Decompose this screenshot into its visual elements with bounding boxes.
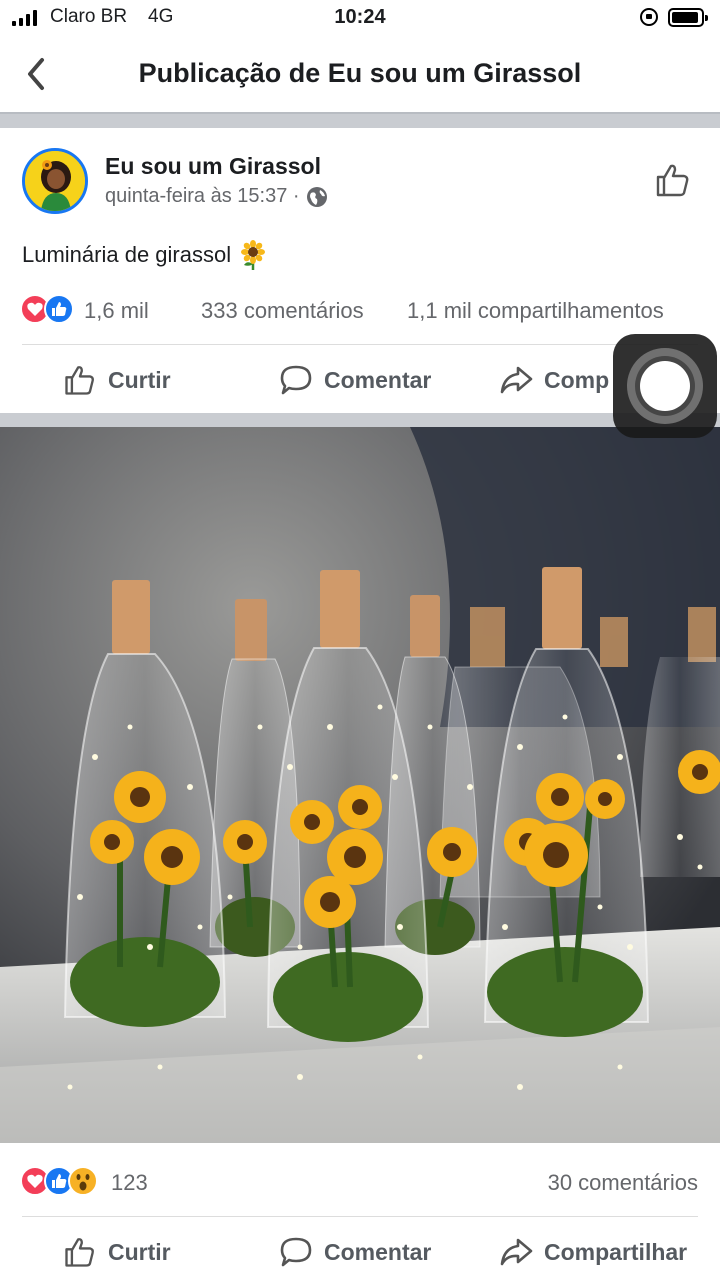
status-bar: Claro BR 4G 10:24 (0, 0, 720, 38)
like-button[interactable]: Curtir (62, 362, 171, 398)
photo-stats: 123 30 comentários (0, 1166, 720, 1200)
post-timestamp[interactable]: quinta-feira às 15:37 · (105, 185, 300, 208)
reactions-count[interactable]: 1,6 mil (84, 298, 149, 324)
nav-bar: Publicação de Eu sou um Girassol (0, 38, 720, 112)
globe-icon (306, 186, 327, 207)
photo-comment-button[interactable]: Comentar (278, 1234, 431, 1270)
page-like-button[interactable] (652, 160, 692, 200)
photo-like-button[interactable]: Curtir (62, 1234, 171, 1270)
rotation-lock-icon (640, 8, 658, 26)
comment-button[interactable]: Comentar (278, 362, 431, 398)
battery-icon (668, 8, 708, 27)
post-author[interactable]: Eu sou um Girassol (105, 153, 321, 180)
post-caption: Luminária de girassol (22, 242, 232, 267)
thumbs-up-icon (656, 164, 689, 197)
post-text: Luminária de girassol (22, 240, 267, 270)
comment-bubble-icon (280, 1237, 312, 1267)
reaction-icons[interactable] (20, 294, 74, 324)
assistive-touch-button[interactable] (613, 334, 717, 438)
divider (22, 1216, 698, 1217)
share-label: Comp (544, 366, 610, 393)
post-stats: 1,6 mil 333 comentários 1,1 mil comparti… (0, 294, 720, 328)
share-button[interactable]: Comp (498, 362, 609, 398)
photo-comments-count[interactable]: 30 comentários (548, 1170, 698, 1196)
sunflower-emoji-icon (241, 240, 266, 270)
photo-comment-label: Comentar (324, 1238, 432, 1265)
post-actions: Curtir Comentar Comp (0, 352, 720, 408)
shares-count[interactable]: 1,1 mil compartilhamentos (407, 298, 664, 324)
photo-like-label: Curtir (108, 1238, 171, 1265)
wow-reaction-icon (68, 1166, 98, 1196)
avatar[interactable] (22, 148, 88, 214)
share-arrow-icon (500, 366, 533, 394)
section-separator (0, 413, 720, 427)
divider (22, 344, 698, 345)
comment-bubble-icon (280, 365, 312, 395)
like-reaction-icon (44, 294, 74, 324)
photo-reaction-icons[interactable] (20, 1166, 98, 1196)
status-time: 10:24 (334, 6, 386, 28)
comment-label: Comentar (324, 366, 432, 393)
post-meta: quinta-feira às 15:37 · (105, 185, 328, 208)
page-title: Publicação de Eu sou um Girassol (138, 58, 582, 88)
thumbs-up-icon (65, 1238, 94, 1267)
post-photo[interactable] (0, 427, 720, 1143)
avatar-illustration (25, 151, 85, 211)
section-separator (0, 112, 720, 128)
photo-reactions-count[interactable]: 123 (111, 1170, 148, 1196)
photo-share-label: Compartilhar (544, 1238, 688, 1265)
photo-share-button[interactable]: Compartilhar (498, 1234, 687, 1270)
comments-count[interactable]: 333 comentários (201, 298, 364, 324)
share-arrow-icon (500, 1238, 533, 1266)
thumbs-up-icon (65, 366, 94, 395)
sunflower-bottles-photo (0, 427, 720, 1143)
photo-actions: Curtir Comentar Compartilhar (0, 1222, 720, 1278)
like-label: Curtir (108, 366, 171, 393)
